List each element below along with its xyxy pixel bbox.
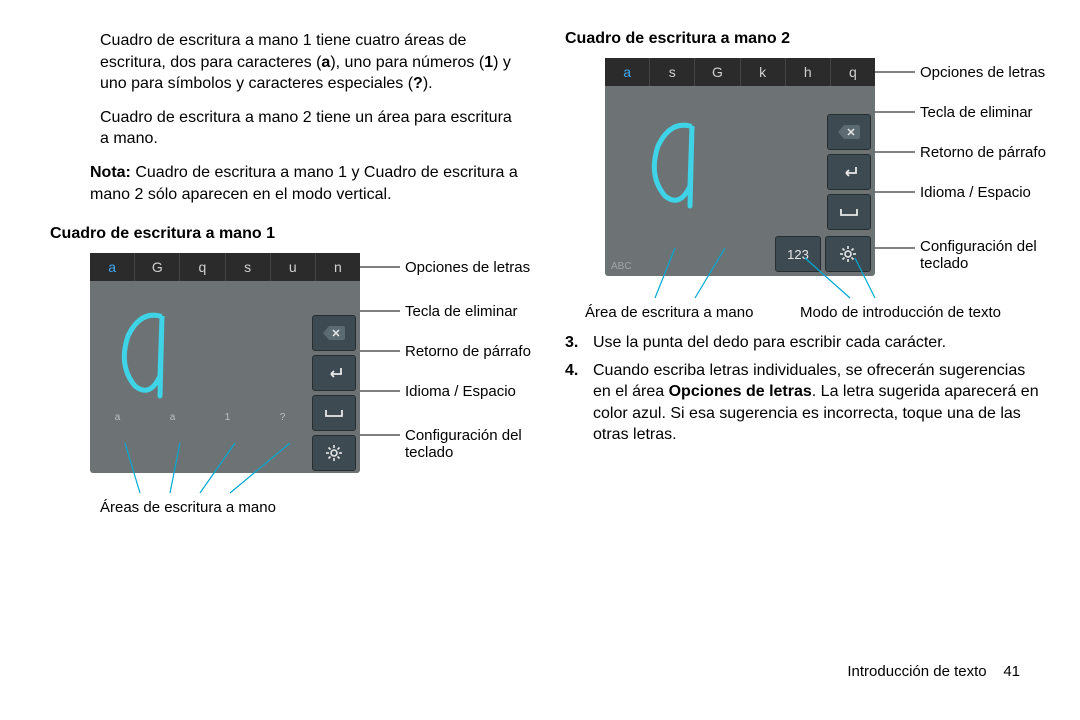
letter-option[interactable]: a xyxy=(605,58,650,86)
side-keys xyxy=(312,315,356,471)
instruction-steps: 3. Use la punta del dedo para escribir c… xyxy=(565,332,1040,446)
letter-options-bar[interactable]: a s G k h q xyxy=(605,58,875,86)
right-column: Cuadro de escritura a mano 2 a s G k h q xyxy=(545,30,1040,720)
letter-option[interactable]: s xyxy=(650,58,695,86)
label-idioma: Idioma / Espacio xyxy=(405,383,516,400)
para-1: Cuadro de escritura a mano 1 tiene cuatr… xyxy=(50,30,525,95)
side-keys xyxy=(827,114,871,230)
letter-option[interactable]: k xyxy=(741,58,786,86)
label-eliminar: Tecla de eliminar xyxy=(920,104,1033,121)
settings-key[interactable] xyxy=(312,435,356,471)
section-1-title: Cuadro de escritura a mano 1 xyxy=(50,225,525,243)
letter-option[interactable]: G xyxy=(135,253,180,281)
page-footer: Introducción de texto 41 xyxy=(847,663,1020,680)
return-key[interactable] xyxy=(827,154,871,190)
letter-option[interactable]: s xyxy=(226,253,271,281)
note: Nota: Cuadro de escritura a mano 1 y Cua… xyxy=(50,162,525,205)
para-2: Cuadro de escritura a mano 2 tiene un ár… xyxy=(50,107,525,150)
space-key[interactable] xyxy=(312,395,356,431)
label-eliminar: Tecla de eliminar xyxy=(405,303,518,320)
letter-option[interactable]: q xyxy=(831,58,875,86)
writing-area[interactable]: 123 ABC xyxy=(605,86,875,276)
mode-123-key[interactable]: 123 xyxy=(775,236,821,272)
diagram-1: a G q s u n a a 1 ? xyxy=(90,253,525,513)
area-hint-labels: a a 1 ? xyxy=(90,412,310,423)
label-area: Área de escritura a mano xyxy=(585,304,753,321)
letter-option[interactable]: q xyxy=(180,253,225,281)
step-3: 3. Use la punta del dedo para escribir c… xyxy=(565,332,1040,354)
space-key[interactable] xyxy=(827,194,871,230)
step-4: 4. Cuando escriba letras individuales, s… xyxy=(565,360,1040,446)
letter-option[interactable]: a xyxy=(90,253,135,281)
label-idioma: Idioma / Espacio xyxy=(920,184,1031,201)
handwritten-glyph-a xyxy=(640,116,710,211)
handwritten-glyph-a xyxy=(110,306,180,401)
handwriting-box-1: a G q s u n a a 1 ? xyxy=(90,253,360,473)
label-retorno: Retorno de párrafo xyxy=(405,343,531,360)
label-retorno: Retorno de párrafo xyxy=(920,144,1046,161)
left-column: Cuadro de escritura a mano 1 tiene cuatr… xyxy=(50,30,545,720)
letter-option[interactable]: u xyxy=(271,253,316,281)
label-opciones: Opciones de letras xyxy=(920,64,1045,81)
section-2-title: Cuadro de escritura a mano 2 xyxy=(565,30,1040,48)
diagram-2: a s G k h q 1 xyxy=(605,58,1040,318)
label-areas: Áreas de escritura a mano xyxy=(100,499,276,516)
label-config: Configuración del teclado xyxy=(920,238,1040,272)
label-modo: Modo de introducción de texto xyxy=(800,304,1001,321)
label-opciones: Opciones de letras xyxy=(405,259,530,276)
letter-option[interactable]: h xyxy=(786,58,831,86)
letter-option[interactable]: n xyxy=(316,253,360,281)
letter-option[interactable]: G xyxy=(695,58,740,86)
handwriting-box-2: a s G k h q 1 xyxy=(605,58,875,276)
delete-key[interactable] xyxy=(312,315,356,351)
label-config: Configuración del teclado xyxy=(405,427,525,461)
bottom-keys: 123 xyxy=(775,236,871,272)
settings-key[interactable] xyxy=(825,236,871,272)
letter-options-bar[interactable]: a G q s u n xyxy=(90,253,360,281)
page: Cuadro de escritura a mano 1 tiene cuatr… xyxy=(0,0,1080,720)
abc-indicator: ABC xyxy=(611,261,632,272)
writing-area[interactable]: a a 1 ? xyxy=(90,281,360,481)
return-key[interactable] xyxy=(312,355,356,391)
delete-key[interactable] xyxy=(827,114,871,150)
